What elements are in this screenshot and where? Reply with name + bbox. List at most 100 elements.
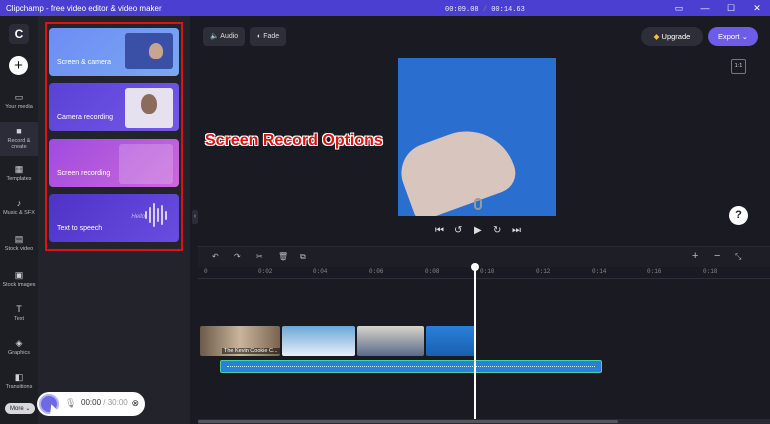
rail-item-graphics[interactable]: ◈ Graphics (0, 338, 38, 356)
title-bar: Clipchamp - free video editor & video ma… (0, 0, 770, 16)
duplicate-icon[interactable]: ⧉ (300, 252, 306, 262)
timeline-time-current: 00:09.08 (445, 6, 479, 14)
audio-track[interactable] (220, 360, 602, 373)
video-clip[interactable] (282, 326, 355, 356)
rail-label: Graphics (7, 350, 30, 356)
zoom-in-icon[interactable]: + (692, 250, 698, 262)
fade-button[interactable]: ◐ Fade (250, 27, 287, 46)
video-clip[interactable] (357, 326, 424, 356)
rewind-5-icon[interactable]: ↺ (454, 225, 462, 236)
timeline-time: 00:09.08 / 00:14.63 (445, 6, 525, 14)
export-label: Export (717, 32, 740, 41)
video-clip[interactable]: The Kevin Cookie C... (200, 326, 280, 356)
scrollbar-thumb[interactable] (198, 420, 618, 423)
collapse-panel-button[interactable]: ‹ (192, 210, 198, 224)
fade-label: Fade (263, 33, 280, 40)
timeline-ruler: 0 0:02 0:04 0:06 0:08 0:10 0:12 0:14 0:1… (198, 266, 770, 279)
rail-item-music-sfx[interactable]: ♪ Music & SFX (0, 198, 38, 216)
audio-waveform (227, 366, 595, 369)
hand-image (398, 117, 521, 216)
timeline-scrollbar[interactable] (198, 419, 770, 424)
transition-icon: ◧ (14, 372, 24, 382)
ruler-tick: 0:02 (258, 268, 273, 275)
forward-5-icon[interactable]: ↻ (493, 225, 501, 236)
rail-item-record-create[interactable]: ■ Record & create (0, 122, 38, 156)
rail-label: Record & create (7, 138, 31, 150)
audio-label: Audio (220, 33, 239, 40)
camera-icon: ■ (16, 126, 22, 136)
rail-item-stock-video[interactable]: ▤ Stock video (0, 234, 38, 252)
ruler-tick: 0:14 (592, 268, 607, 275)
cast-icon[interactable]: ▭ (666, 3, 692, 14)
split-icon[interactable]: ✂ (256, 252, 263, 261)
text-icon: T (16, 304, 22, 314)
app-logo: C (9, 24, 29, 44)
ruler-tick: 0:16 (647, 268, 662, 275)
ruler-tick: 0 (204, 268, 208, 275)
aspect-ratio-button[interactable]: 1:1 (731, 59, 746, 74)
ruler-tick: 0:04 (313, 268, 328, 275)
playhead[interactable] (474, 266, 476, 424)
rail-label: Stock video (4, 246, 34, 252)
rail-label: Music & SFX (3, 210, 35, 216)
more-label: More (10, 406, 24, 412)
ruler-tick: 0:06 (369, 268, 384, 275)
rail-item-templates[interactable]: ▦ Templates (0, 164, 38, 182)
left-rail: C + ▭ Your media ■ Record & create ▦ Tem… (0, 16, 39, 424)
rail-label: Stock images (2, 282, 36, 288)
timeline-time-total: 00:14.63 (491, 6, 525, 14)
export-button[interactable]: Export ⌄ (708, 27, 758, 46)
rail-label: Text (13, 316, 25, 322)
rail-label: Transitions (5, 384, 33, 390)
ruler-tick: 0:10 (480, 268, 495, 275)
close-button[interactable]: ✕ (744, 3, 770, 14)
more-button[interactable]: More ⌄ (5, 403, 36, 414)
audio-button[interactable]: 🔈 Audio (203, 27, 246, 46)
redo-icon[interactable]: ↷ (234, 252, 241, 261)
help-button[interactable]: ? (729, 206, 748, 225)
recording-time: 00:00 / 30:00 (81, 398, 128, 407)
undo-icon[interactable]: ↶ (212, 252, 219, 261)
music-icon: ♪ (16, 198, 22, 208)
ruler-tick: 0:12 (536, 268, 551, 275)
close-recorder-icon[interactable]: ⊗ (131, 398, 139, 409)
clip-label: The Kevin Cookie C... (222, 348, 280, 354)
rail-item-stock-images[interactable]: ▣ Stock images (0, 270, 38, 288)
upgrade-button[interactable]: ◆ Upgrade (641, 27, 703, 46)
highlight-box (45, 22, 183, 251)
time-total: 30:00 (107, 398, 128, 407)
upgrade-label: Upgrade (661, 32, 691, 41)
window-title: Clipchamp - free video editor & video ma… (6, 3, 162, 13)
time-current: 00:00 (81, 398, 102, 407)
play-icon[interactable]: ▶ (474, 225, 482, 236)
video-clip[interactable] (426, 326, 476, 356)
rail-label: Your media (5, 104, 33, 110)
timeline-toolbar: ↶ ↷ ✂ 🗑 ⧉ + − ⤡ (198, 246, 770, 267)
minimize-button[interactable]: — (692, 3, 718, 13)
diamond-icon: ◆ (653, 32, 660, 41)
rail-item-text[interactable]: T Text (0, 304, 38, 322)
maximize-button[interactable]: ☐ (718, 3, 744, 14)
add-media-button[interactable]: + (9, 56, 28, 75)
video-track: The Kevin Cookie C... (200, 326, 476, 356)
rail-label: Templates (6, 176, 32, 182)
annotation-text: Screen Record Options (205, 132, 383, 149)
grid-icon: ▦ (14, 164, 24, 174)
zoom-out-icon[interactable]: − (714, 250, 720, 262)
film-icon: ▤ (14, 234, 24, 244)
rail-item-your-media[interactable]: ▭ Your media (0, 92, 38, 110)
delete-icon[interactable]: 🗑 (278, 252, 288, 261)
skip-forward-icon[interactable]: ⏭ (512, 225, 521, 236)
microphone-icon[interactable]: 🎙 (65, 398, 76, 409)
folder-icon: ▭ (14, 92, 24, 102)
skip-back-icon[interactable]: ⏮ (435, 225, 444, 236)
playhead-handle[interactable] (471, 263, 479, 271)
rail-item-transitions[interactable]: ◧ Transitions (0, 372, 38, 390)
video-preview (398, 58, 556, 216)
shapes-icon: ◈ (15, 338, 23, 348)
image-icon: ▣ (14, 270, 24, 280)
ring-image (474, 198, 482, 210)
ruler-tick: 0:18 (703, 268, 718, 275)
fit-icon[interactable]: ⤡ (735, 252, 741, 262)
ruler-tick: 0:08 (425, 268, 440, 275)
